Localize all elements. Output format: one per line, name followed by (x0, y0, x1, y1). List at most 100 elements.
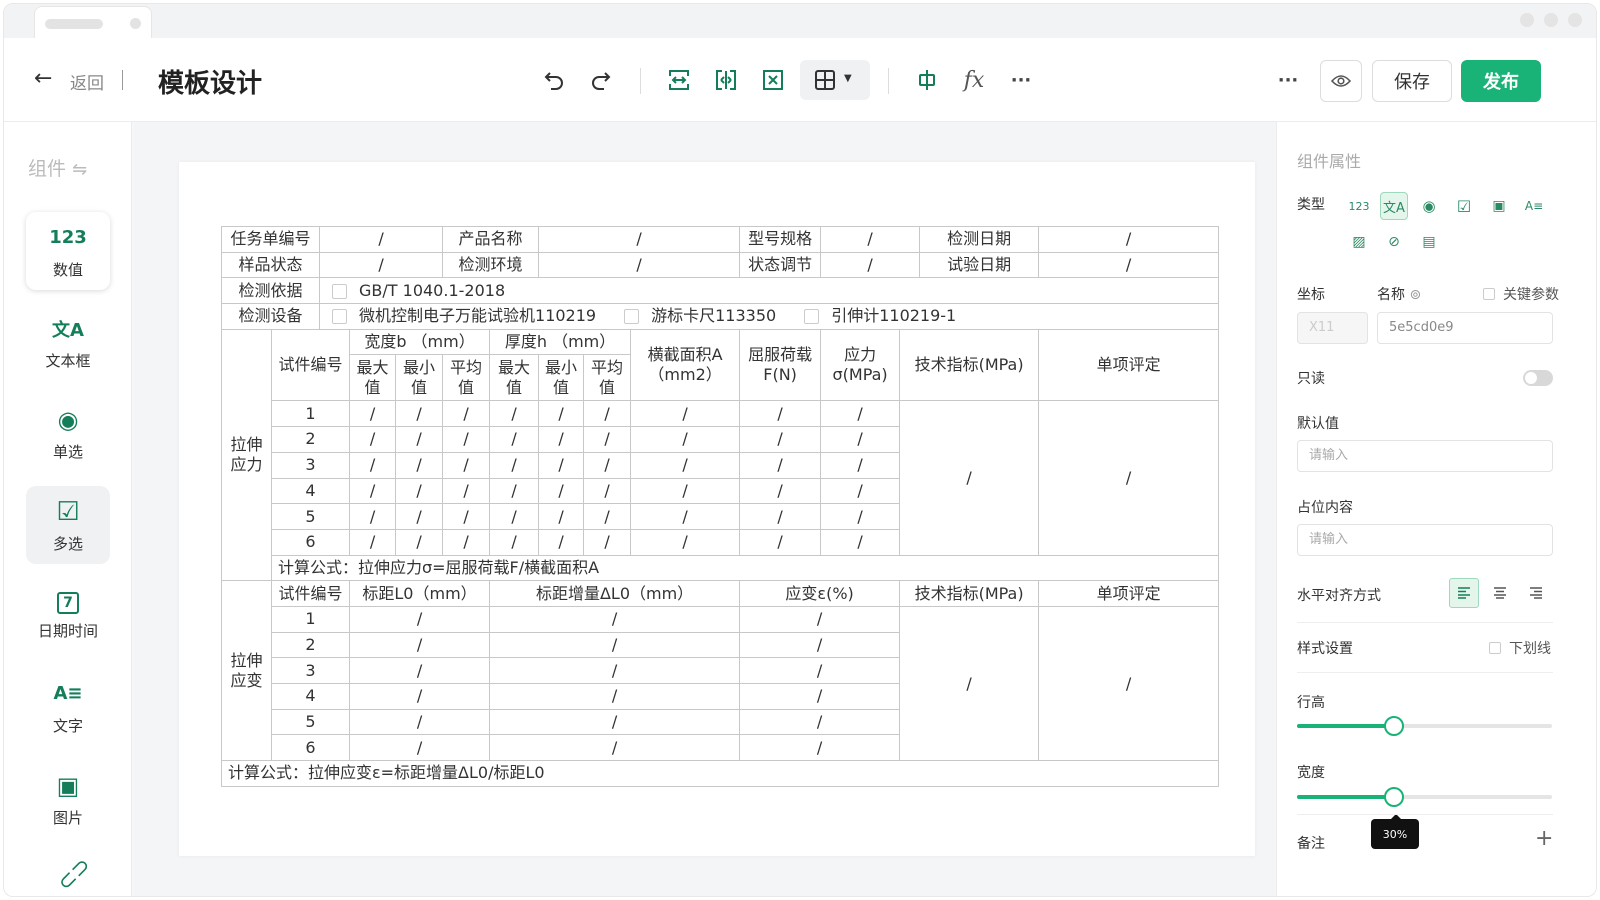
slider-handle[interactable] (1383, 716, 1404, 736)
cell[interactable]: / (630, 400, 741, 428)
component-textbox[interactable]: 文A 文本框 (26, 303, 110, 381)
cell[interactable]: / (739, 734, 901, 762)
cell[interactable]: / (739, 426, 822, 453)
cell[interactable]: 单项评定 (1038, 328, 1220, 402)
test-record-table[interactable]: 任务单编号 / 产品名称 / 型号规格 / 检测日期 / 样品状态 / 检测环境… (220, 226, 1220, 787)
cell[interactable]: 最小值 (538, 354, 585, 402)
window-dot[interactable] (1568, 13, 1582, 27)
cell[interactable]: 3 (270, 451, 351, 479)
cell[interactable]: / (820, 251, 921, 279)
cell[interactable]: / (739, 477, 822, 505)
cell[interactable]: / (489, 734, 741, 762)
group-label[interactable]: 拉伸应力 (221, 328, 272, 582)
cell[interactable]: / (489, 400, 540, 428)
back-arrow-icon[interactable]: ← (34, 68, 52, 90)
date-type-icon[interactable]: ▣ (1485, 192, 1513, 220)
attachment-icon[interactable]: ⊂⊃ (53, 853, 97, 896)
cell[interactable]: / (630, 426, 741, 453)
cell[interactable]: / (349, 683, 491, 710)
cell[interactable]: 产品名称 (442, 226, 540, 253)
cell[interactable]: / (820, 400, 901, 428)
cell[interactable]: GB/T 1040.1-2018 (319, 277, 1220, 305)
cell[interactable]: / (583, 528, 632, 556)
cell[interactable]: / (739, 683, 901, 710)
cell[interactable]: / (899, 605, 1040, 762)
save-button[interactable]: 保存 (1372, 60, 1452, 102)
cell[interactable]: / (489, 631, 741, 659)
cell[interactable]: 厚度h （mm） (489, 328, 632, 356)
cell[interactable]: / (349, 631, 491, 659)
cell[interactable]: 单项评定 (1038, 580, 1220, 607)
name-input[interactable]: 5e5cd0e9 (1377, 312, 1553, 344)
cell[interactable]: / (349, 734, 491, 762)
cell[interactable]: 4 (270, 683, 351, 710)
column-width-icon[interactable] (907, 60, 947, 100)
cell[interactable]: / (395, 528, 444, 556)
align-center-icon[interactable] (1485, 578, 1515, 608)
cell[interactable]: / (349, 451, 397, 479)
cell[interactable]: / (739, 400, 822, 428)
preview-button[interactable] (1320, 60, 1362, 102)
checkbox-type-icon[interactable]: ☑ (1450, 192, 1478, 220)
key-param-checkbox[interactable]: 关键参数 (1483, 284, 1559, 304)
cell[interactable]: / (349, 528, 397, 556)
cell[interactable]: 4 (270, 477, 351, 505)
undo-icon[interactable] (534, 60, 574, 100)
cell[interactable]: 横截面积A（mm2） (630, 328, 741, 402)
width-slider[interactable] (1297, 787, 1552, 807)
cell[interactable]: / (442, 477, 491, 505)
checkbox[interactable] (332, 283, 348, 299)
table-layout-dropdown[interactable]: ▼ (800, 60, 870, 100)
cell[interactable]: 6 (270, 734, 351, 762)
cell[interactable]: / (899, 400, 1040, 556)
cell[interactable]: / (489, 451, 540, 479)
publish-button[interactable]: 发布 (1461, 60, 1541, 102)
cell[interactable]: 试件编号 (270, 328, 351, 402)
cell[interactable]: / (538, 503, 585, 530)
cell[interactable]: / (820, 451, 901, 479)
cell[interactable]: 检测依据 (220, 277, 321, 305)
cell[interactable]: / (630, 503, 741, 530)
cell[interactable]: / (739, 708, 901, 736)
cell[interactable]: / (1038, 251, 1220, 279)
window-dot[interactable] (1520, 13, 1534, 27)
cell[interactable]: / (489, 528, 540, 556)
cell[interactable]: / (538, 251, 741, 279)
cell[interactable]: / (820, 503, 901, 530)
browser-tab[interactable] (34, 6, 152, 38)
formula-cell[interactable]: 计算公式：拉伸应变ε=标距增量ΔL0/标距L0 (220, 760, 1220, 787)
group-label[interactable]: 拉伸应变 (221, 580, 272, 762)
delete-cell-icon[interactable] (753, 60, 793, 100)
cell[interactable]: / (349, 400, 397, 428)
cell[interactable]: / (489, 657, 741, 684)
cell[interactable]: 试件编号 (270, 580, 351, 607)
cell[interactable]: 微机控制电子万能试验机110219 游标卡尺113350 引伸计110219-1 (319, 303, 1220, 330)
cell[interactable]: 状态调节 (739, 251, 822, 279)
cell[interactable]: 型号规格 (739, 226, 822, 253)
cell[interactable]: / (583, 426, 632, 453)
more-icon[interactable]: ··· (1001, 60, 1041, 100)
cell[interactable]: 2 (270, 631, 351, 659)
attachment-type-icon[interactable]: ⊘ (1380, 228, 1408, 256)
cell[interactable]: 1 (270, 605, 351, 633)
cell[interactable]: / (739, 451, 822, 479)
cell[interactable]: 平均值 (583, 354, 632, 402)
label-type-icon[interactable]: A≡ (1520, 192, 1548, 220)
cell[interactable]: / (442, 503, 491, 530)
cell[interactable]: / (820, 477, 901, 505)
cell[interactable]: / (739, 503, 822, 530)
cell[interactable]: / (538, 451, 585, 479)
cell[interactable]: / (630, 451, 741, 479)
add-note-icon[interactable]: + (1535, 826, 1553, 851)
cell[interactable]: / (395, 451, 444, 479)
cell[interactable]: 平均值 (442, 354, 491, 402)
underline-checkbox[interactable]: 下划线 (1489, 638, 1551, 658)
cell[interactable]: 技术指标(MPa) (899, 328, 1040, 402)
cell[interactable]: 应变ε(%) (739, 580, 901, 607)
split-cells-icon[interactable] (706, 60, 746, 100)
cell[interactable]: / (538, 426, 585, 453)
cell[interactable]: / (1038, 226, 1220, 253)
placeholder-input[interactable]: 请输入 (1297, 524, 1553, 556)
cell[interactable]: / (630, 528, 741, 556)
cell[interactable]: / (349, 708, 491, 736)
